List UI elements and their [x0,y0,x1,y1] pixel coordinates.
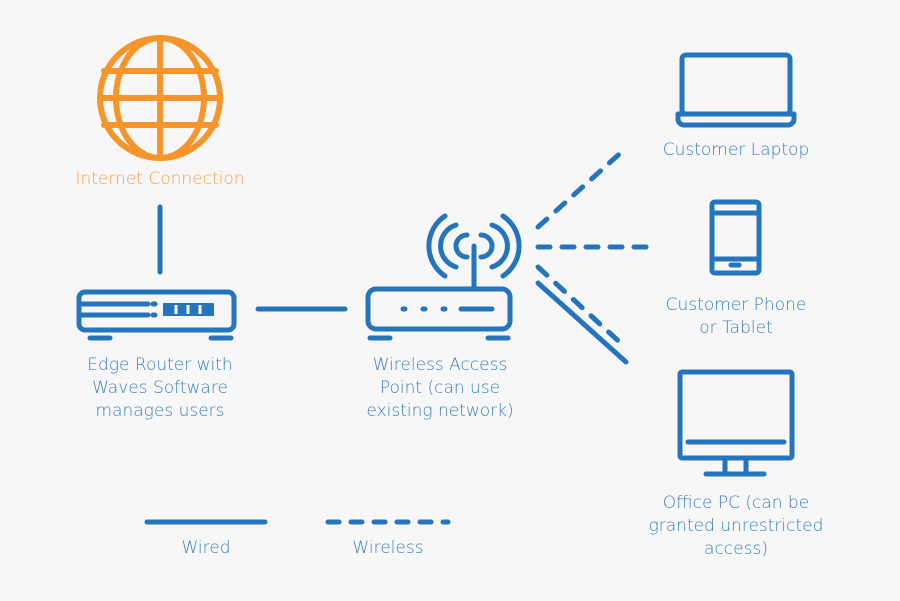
internet-label: Internet Connection [75,169,245,189]
wireless-link-ap-pc [535,264,629,351]
laptop-icon [675,52,797,128]
router-icon [76,289,237,341]
phone-icon [709,199,762,276]
office-pc-label-line: Office PC (can be [662,493,810,513]
legend-wired-label: Wired [181,538,231,558]
legend-wireless-label: Wireless [352,538,424,558]
edge-router-label-line: Waves Software [92,378,228,398]
access-point-label: Wireless Access Point (can use existing … [320,354,560,423]
wired-link-ap-pc [535,280,629,365]
edge-router-label-line: manages users [95,401,225,421]
edge-router-label-line: Edge Router with [87,355,233,375]
office-pc-label: Office PC (can be granted unrestricted a… [616,492,856,561]
phone-label: Customer Phone or Tablet [616,294,856,340]
globe-icon [97,35,223,161]
access-point-label-line: Wireless Access [372,355,508,375]
desktop-monitor-icon [677,369,795,477]
laptop-label: Customer Laptop [662,140,810,160]
access-point-label-line: Point (can use [379,378,501,398]
access-point-label-line: existing network) [366,401,514,421]
wireless-link-ap-laptop [535,145,629,230]
phone-label-line: or Tablet [699,318,773,338]
phone-label-line: Customer Phone [665,295,807,315]
office-pc-label-line: access) [704,539,768,559]
office-pc-label-line: granted unrestricted [648,516,824,536]
wireless-router-icon [365,213,522,341]
edge-router-label: Edge Router with Waves Software manages … [40,354,280,423]
